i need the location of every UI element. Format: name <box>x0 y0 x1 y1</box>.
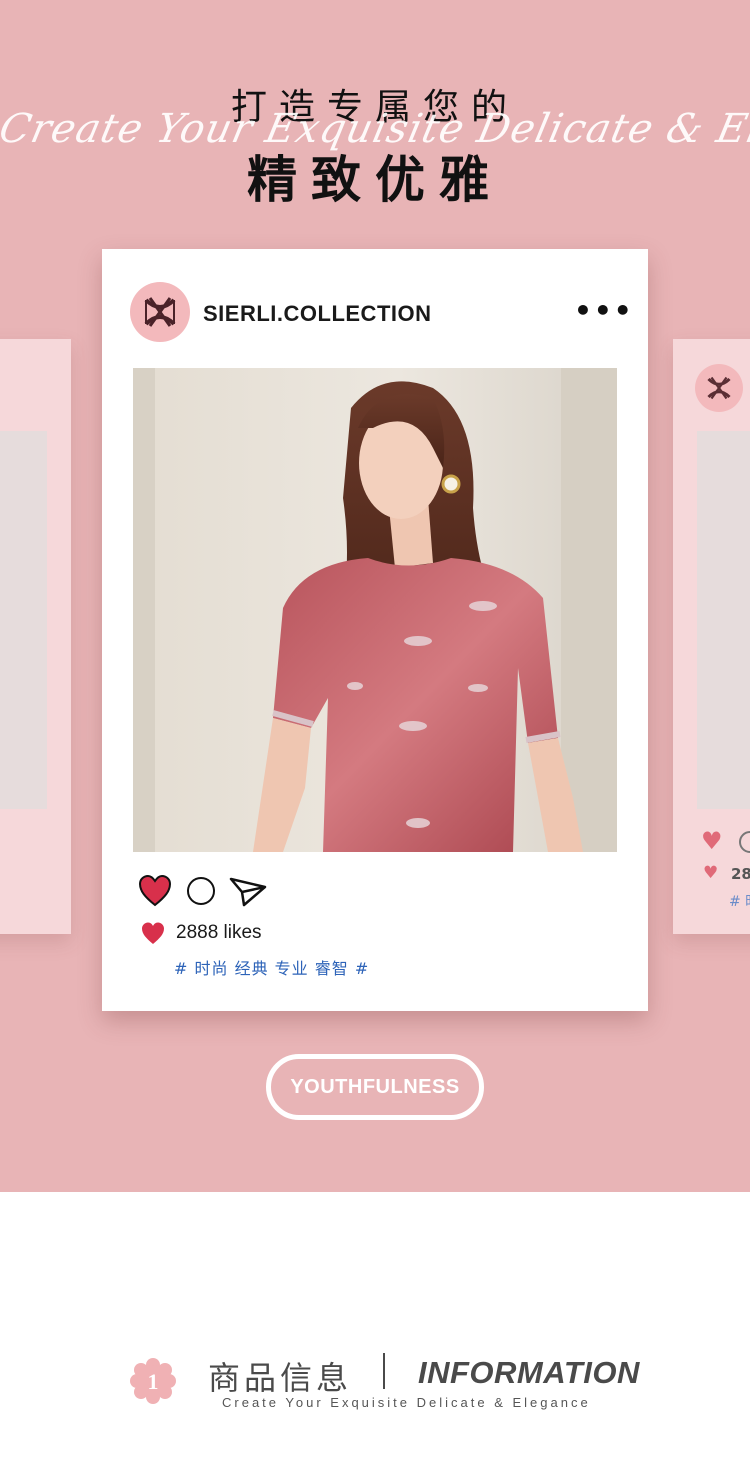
comment-icon <box>739 831 750 853</box>
headline-line-2: 精致优雅 <box>247 151 503 209</box>
likes-count: 288 <box>731 865 750 883</box>
send-icon[interactable] <box>228 875 268 909</box>
section-divider <box>383 1353 385 1389</box>
badge-number: 1 <box>148 1369 159 1394</box>
heart-icon[interactable] <box>137 873 173 909</box>
ghost-card-left <box>0 339 71 934</box>
post-card: SIERLI.COLLECTION ••• 2888 likes # 时尚 经典… <box>102 249 648 1011</box>
more-options-icon[interactable]: ••• <box>574 297 634 325</box>
heart-icon <box>142 922 164 944</box>
hero-banner: 打造专属您的 Create Your Exquisite Delicate & … <box>0 0 750 1192</box>
brand-logo-icon <box>144 297 176 327</box>
ghost-photo <box>697 431 750 809</box>
account-name[interactable]: SIERLI.COLLECTION <box>203 301 432 327</box>
hashtags[interactable]: # 时尚 经典 专业 睿智 # <box>174 955 369 979</box>
section-title-en: INFORMATION <box>418 1355 640 1390</box>
heart-icon: ♥ <box>701 827 723 855</box>
comment-icon[interactable] <box>187 877 215 905</box>
avatar[interactable] <box>130 282 190 342</box>
heart-icon: ♥ <box>703 863 719 883</box>
section-subtitle: Create Your Exquisite Delicate & Eleganc… <box>222 1395 591 1410</box>
likes-count: 2888 likes <box>176 922 262 943</box>
brand-logo-icon <box>695 364 743 412</box>
ghost-card-right: ♥ ♥ 288 # 时 <box>673 339 750 934</box>
hashtags: # 时 <box>729 894 750 910</box>
section-title-cn: 商品信息 <box>208 1359 353 1397</box>
number-badge-icon: 1 <box>130 1358 176 1404</box>
ghost-photo <box>0 431 47 809</box>
post-photo <box>133 368 617 852</box>
youthfulness-button[interactable]: YOUTHFULNESS <box>266 1054 484 1120</box>
